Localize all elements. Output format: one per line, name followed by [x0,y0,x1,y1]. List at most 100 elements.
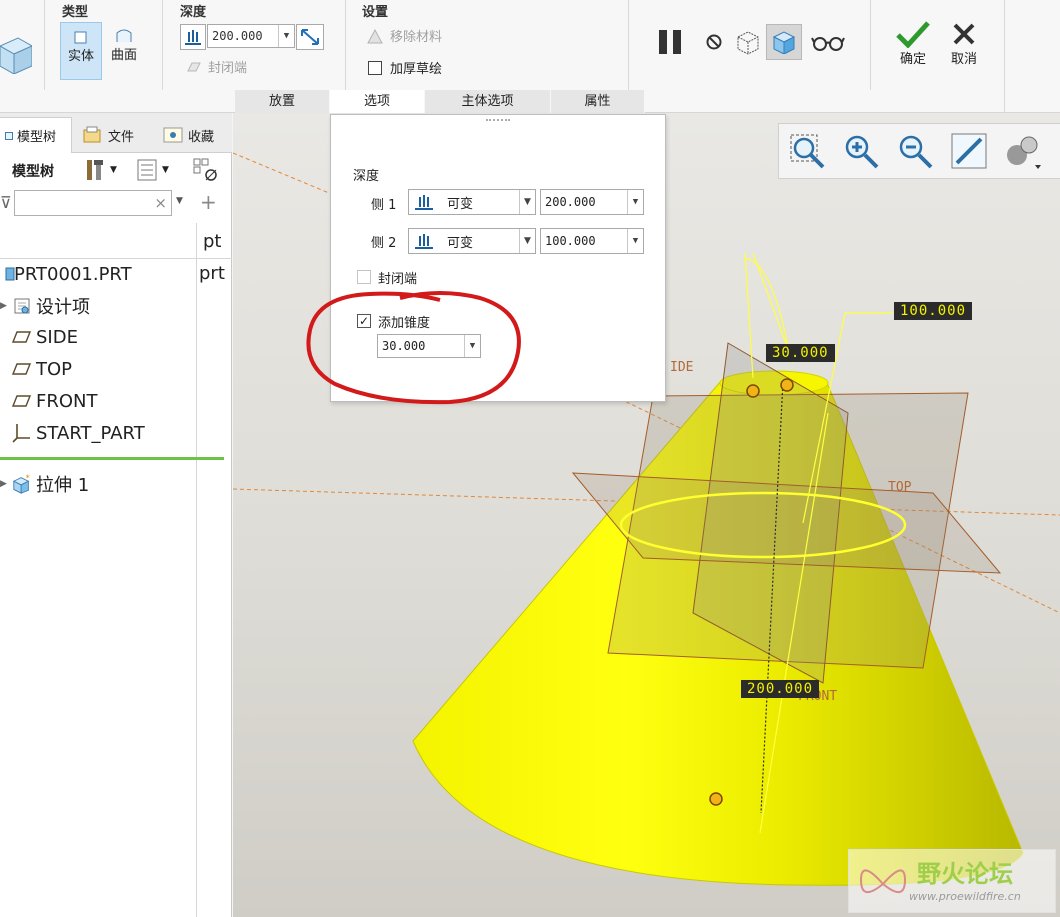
plane-label-top: TOP [888,480,912,495]
solid-icon [74,31,87,44]
chevron-down-icon[interactable]: ▼ [519,229,535,253]
closed-ends-option[interactable]: 封闭端 [186,57,247,76]
side2-depth-type-select[interactable]: 可变 ▼ [408,228,536,254]
verify-preview-button[interactable] [766,24,802,60]
tree-search-input[interactable]: × [14,190,172,216]
settings-group-title: 设置 [362,5,389,20]
tree-item-front[interactable]: FRONT [12,386,98,416]
remove-material-option[interactable]: 移除材料 [366,26,442,45]
chevron-down-icon[interactable]: ▼ [519,190,535,214]
depth-dropdown-arrow[interactable]: ▼ [278,25,294,47]
tree-column-header[interactable]: pt [203,231,221,252]
coordinate-system-icon [12,422,32,444]
tree-item-extrude-1[interactable]: ▶ * 拉伸 1 [0,469,89,499]
pause-button[interactable] [654,26,686,58]
side1-type-text: 可变 [447,196,474,212]
separate-preview-button[interactable] [732,26,764,58]
blind-depth-icon [415,234,433,249]
list-icon [137,159,157,181]
favorites-icon [163,127,183,143]
thicken-sketch-label: 加厚草绘 [390,62,443,77]
tab-model-tree[interactable]: 模型树 [0,117,72,153]
tree-item-start-part[interactable]: START_PART [12,418,145,448]
datum-plane-icon [12,330,32,344]
no-preview-icon [706,34,722,50]
checkmark-icon [896,21,930,48]
tree-item-part[interactable]: PRT0001.PRT [0,259,132,289]
add-filter-icon[interactable]: + [200,190,217,214]
display-style-icon [1007,136,1041,169]
chevron-down-icon[interactable]: ▼ [627,229,643,253]
tab-files[interactable]: 文件 [76,117,154,153]
model-tree-panel: 模型树 文件 收藏 模型树 ▼ ▼ ⊽ × ▼ + pt PRT0001.PRT… [0,113,232,917]
refit-button[interactable] [787,131,827,171]
no-preview-button[interactable] [702,30,726,54]
type-group-title: 类型 [62,5,89,20]
ribbon-tabstrip: 放置 选项 主体选项 属性 [235,90,645,113]
tree-settings-button[interactable]: ▼ [84,157,124,183]
separator [1004,0,1005,113]
zoom-out-button[interactable] [895,131,935,171]
model-tree-tab-label: 模型树 [17,130,57,145]
clear-search-icon[interactable]: × [154,194,167,212]
side1-depth-value-input[interactable]: 200.000 ▼ [540,189,644,215]
depth-value-text: 200.000 [212,29,263,43]
separator [870,0,871,90]
side1-depth-type-select[interactable]: 可变 ▼ [408,189,536,215]
expand-arrow-icon[interactable]: ▶ [0,301,12,311]
side1-dimension-value[interactable]: 200.000 [741,680,820,698]
depth-type-button[interactable] [180,24,206,50]
zoom-in-button[interactable] [841,131,881,171]
tab-options[interactable]: 选项 [330,90,425,113]
repaint-button[interactable] [949,131,989,171]
ok-button[interactable]: 确定 [893,20,933,76]
insert-here-indicator[interactable] [0,457,224,460]
glasses-button[interactable] [810,30,846,56]
tab-properties[interactable]: 属性 [551,90,645,113]
expand-arrow-icon[interactable]: ▶ [0,479,12,489]
columns-visibility-icon [193,158,217,181]
side2-dimension-value[interactable]: 100.000 [894,302,973,320]
folder-icon [83,126,101,143]
depth-value-input[interactable]: 200.000 ▼ [207,24,295,48]
surface-button[interactable]: 曲面 [104,22,144,80]
tab-favorites[interactable]: 收藏 [156,117,234,153]
tree-column-divider [196,223,197,917]
model-tree-tab-icon [5,131,13,140]
panel-grip[interactable] [486,119,510,125]
drag-handle[interactable] [780,378,794,392]
tab-body-options[interactable]: 主体选项 [425,90,551,113]
extrude-icon: * [12,474,32,494]
flip-direction-button[interactable] [296,24,324,50]
thicken-sketch-checkbox[interactable] [368,60,382,75]
tree-show-button[interactable]: ▼ [136,157,178,183]
drag-handle[interactable] [746,384,760,398]
cancel-label: 取消 [950,52,977,67]
filter-icon: ⊽ [0,193,12,212]
surface-label: 曲面 [110,48,137,63]
drag-handle[interactable] [709,792,723,806]
tree-item-top[interactable]: TOP [12,354,72,384]
cancel-button[interactable]: 取消 [944,20,984,76]
files-tab-label: 文件 [108,129,135,145]
tree-item-side[interactable]: SIDE [12,322,78,352]
chevron-down-icon[interactable]: ▼ [627,190,643,214]
side2-depth-value-input[interactable]: 100.000 ▼ [540,228,644,254]
chevron-down-icon: ▼ [110,165,117,175]
tools-icon [87,160,103,180]
display-style-button[interactable] [1003,131,1043,171]
glasses-icon [811,37,845,51]
datum-plane-icon [12,394,32,408]
taper-dimension-value[interactable]: 30.000 [766,344,835,362]
solid-button[interactable]: 实体 [60,22,102,80]
flip-direction-icon [301,29,319,45]
tab-placement[interactable]: 放置 [235,90,330,113]
tree-item-label: 拉伸 1 [36,475,90,496]
shaded-preview-icon [772,31,796,54]
view-toolbar [778,123,1060,179]
thicken-sketch-option[interactable]: 加厚草绘 [368,58,442,77]
tree-item-design-items[interactable]: ▶ 设计项 [0,291,90,321]
tree-columns-button[interactable] [192,157,222,183]
chevron-down-icon[interactable]: ▼ [176,196,183,206]
watermark-logo-icon [859,869,907,893]
